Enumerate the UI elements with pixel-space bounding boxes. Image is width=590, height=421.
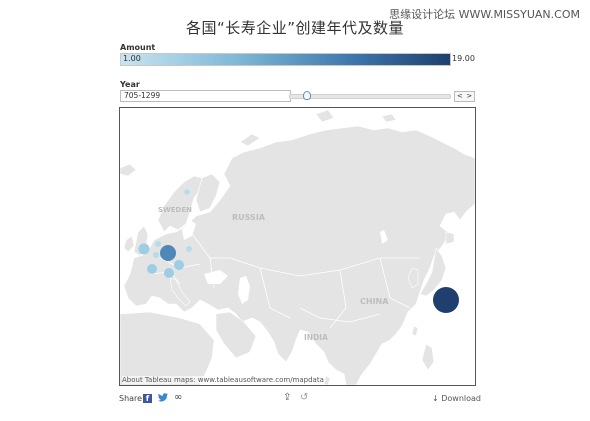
map-label-china: CHINA bbox=[360, 297, 389, 306]
year-filter-label: Year bbox=[120, 80, 140, 89]
map-label-india: INDIA bbox=[304, 333, 328, 342]
year-slider-handle[interactable] bbox=[302, 91, 311, 100]
twitter-icon[interactable] bbox=[158, 393, 168, 405]
iceland-landmass bbox=[120, 163, 137, 177]
year-step-buttons: < > bbox=[454, 91, 475, 102]
severnaya-zemlya-landmass bbox=[315, 109, 335, 123]
chart-title: 各国“长寿企业”创建年代及数量 bbox=[185, 19, 405, 37]
download-button[interactable]: ↓ Download bbox=[432, 394, 481, 403]
bubble-united-kingdom[interactable] bbox=[138, 243, 150, 255]
revert-icon[interactable]: ↺ bbox=[300, 392, 308, 403]
sri-lanka-landmass bbox=[323, 375, 331, 385]
hokkaido-landmass bbox=[445, 231, 455, 245]
bubble-germany[interactable] bbox=[160, 245, 176, 261]
year-range-field[interactable]: 705-1299 bbox=[120, 90, 291, 102]
legend-label: Amount bbox=[120, 43, 156, 52]
philippines-landmass bbox=[421, 343, 435, 371]
bubble-poland[interactable] bbox=[186, 246, 192, 252]
next-year-button[interactable]: > bbox=[465, 92, 475, 101]
legend-max-value: 19.00 bbox=[452, 54, 475, 63]
bubble-netherlands[interactable] bbox=[155, 241, 161, 247]
bubble-switzerland[interactable] bbox=[164, 268, 174, 278]
taiwan-landmass bbox=[411, 325, 419, 337]
new-siberian-islands-landmass bbox=[381, 113, 397, 123]
bubble-france[interactable] bbox=[147, 264, 157, 274]
facebook-icon[interactable]: f bbox=[143, 394, 152, 403]
arctic-islands-landmass bbox=[239, 133, 261, 147]
bubble-italy[interactable] bbox=[153, 252, 159, 258]
map-label-russia: RUSSIA bbox=[232, 213, 266, 222]
map-canvas: SWEDEN RUSSIA CHINA INDIA bbox=[120, 109, 475, 385]
year-slider-track[interactable] bbox=[289, 94, 451, 99]
map-view[interactable]: SWEDEN RUSSIA CHINA INDIA About Tableau … bbox=[119, 107, 476, 386]
africa-landmass bbox=[120, 311, 215, 385]
share-export-icon[interactable]: ⇪ bbox=[283, 392, 291, 403]
ireland-landmass bbox=[123, 235, 135, 253]
legend-min-value: 1.00 bbox=[123, 54, 141, 63]
share-label: Share bbox=[119, 394, 143, 403]
link-icon[interactable]: ∞ bbox=[174, 392, 182, 403]
map-attribution[interactable]: About Tableau maps: www.tableausoftware.… bbox=[122, 376, 324, 384]
amount-color-legend bbox=[120, 53, 451, 66]
map-label-sweden: SWEDEN bbox=[158, 206, 192, 214]
bubble-japan[interactable] bbox=[433, 287, 459, 313]
bubble-austria[interactable] bbox=[174, 260, 184, 270]
previous-year-button[interactable]: < bbox=[455, 92, 465, 101]
bubble-sweden[interactable] bbox=[184, 189, 190, 195]
